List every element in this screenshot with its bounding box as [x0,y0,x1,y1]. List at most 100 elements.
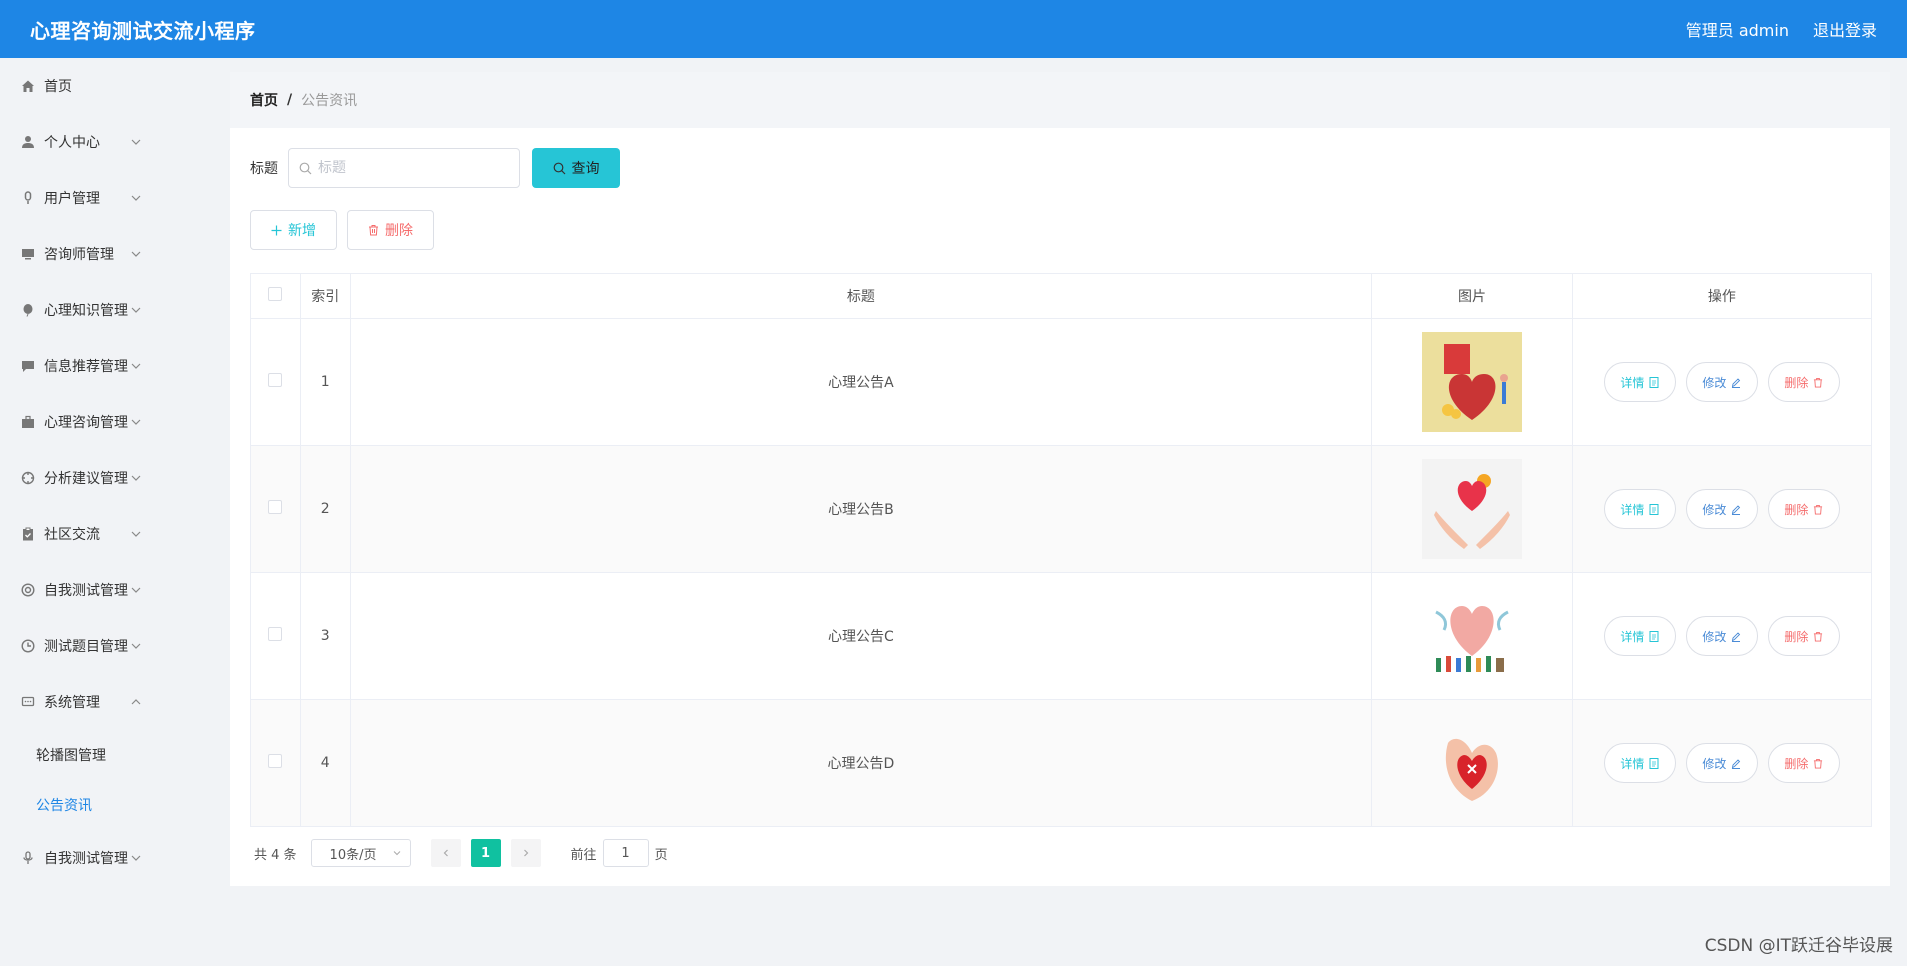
detail-button[interactable]: 详情 [1603,743,1676,783]
chevron-down-icon [131,363,141,369]
search-field-wrapper [288,148,520,188]
announcement-image[interactable] [1421,713,1522,813]
chevron-down-icon [131,307,141,313]
detail-button[interactable]: 详情 [1603,489,1676,529]
delete-button[interactable]: 删除 [1767,616,1840,656]
detail-label: 详情 [1620,756,1645,771]
sidebar-item-personal-center[interactable]: 个人中心 [0,114,210,170]
goto-prefix: 前往 [570,847,597,863]
detail-button[interactable]: 详情 [1603,616,1676,656]
sidebar-item-label: 心理咨询管理 [44,415,128,431]
sidebar-item-knowledge-management[interactable]: 心理知识管理 [0,282,210,338]
announcement-image[interactable] [1421,332,1522,432]
sidebar-item-community[interactable]: 社区交流 [0,506,210,562]
trash-icon [1814,631,1823,641]
edit-button[interactable]: 修改 [1685,743,1758,783]
table-row: 2 心理公告B 详情 修改 删除 [250,445,1873,573]
add-button-label: 新增 [288,222,316,238]
delete-button[interactable]: 删除 [1767,489,1840,529]
edit-button[interactable]: 修改 [1685,616,1758,656]
edit-label: 修改 [1702,629,1727,644]
document-icon [1649,757,1659,769]
query-button-label: 查询 [571,160,600,176]
delete-button-label: 删除 [385,222,413,238]
query-button[interactable]: 查询 [532,148,620,188]
sidebar-item-home[interactable]: 首页 [0,58,210,114]
detail-label: 详情 [1620,629,1645,644]
sidebar-item-consultation-management[interactable]: 心理咨询管理 [0,394,210,450]
chat-icon [20,358,36,374]
page-size-select[interactable]: 10条/页 [310,839,411,867]
row-checkbox[interactable] [268,627,283,641]
batch-delete-button[interactable]: 删除 [347,210,434,250]
top-header: 心理咨询测试交流小程序 管理员 admin 退出登录 [0,0,1907,58]
column-header-index: 索引 [299,273,351,319]
sidebar-item-self-test-management[interactable]: 自我测试管理 [0,562,210,618]
chevron-down-icon [131,251,141,257]
select-all-checkbox[interactable] [268,287,283,301]
delete-label: 删除 [1784,375,1809,390]
action-bar: 新增 删除 [250,210,434,250]
pencil-icon [1732,377,1741,388]
edit-label: 修改 [1702,502,1727,517]
sidebar-item-label: 测试题目管理 [44,639,128,655]
detail-button[interactable]: 详情 [1603,362,1676,402]
delete-button[interactable]: 删除 [1767,362,1840,402]
sidebar-item-self-test-management-2[interactable]: 自我测试管理 [0,830,210,886]
row-checkbox[interactable] [268,373,283,387]
sidebar-item-question-management[interactable]: 测试题目管理 [0,618,210,674]
announcement-image[interactable] [1421,459,1522,559]
sidebar-item-analysis-management[interactable]: 分析建议管理 [0,450,210,506]
sidebar-item-label: 信息推荐管理 [44,359,128,375]
document-icon [1649,630,1659,642]
trash-icon [1814,377,1823,387]
clipboard-icon [20,526,36,542]
row-index: 2 [299,445,351,573]
edit-label: 修改 [1702,375,1727,390]
main-content: 标题 查询 新增 删除 索引 标题 图片 操作 [230,128,1890,886]
next-page-button[interactable] [510,839,541,867]
chevron-down-icon [131,587,141,593]
document-icon [1649,503,1659,515]
search-input[interactable] [318,160,498,176]
announcement-table: 索引 标题 图片 操作 1 心理公告A 详情 修改 删除 2 心理公告B 详情 … [250,273,1873,827]
row-index: 4 [299,699,351,827]
row-checkbox[interactable] [268,500,283,514]
sidebar-subitem-announcements[interactable]: 公告资讯 [0,780,210,830]
edit-button[interactable]: 修改 [1685,362,1758,402]
table-row: 3 心理公告C 详情 修改 删除 [250,572,1873,700]
sidebar-item-recommendation-management[interactable]: 信息推荐管理 [0,338,210,394]
search-icon [553,162,565,174]
sidebar-item-label: 用户管理 [44,191,100,207]
add-button[interactable]: 新增 [250,210,337,250]
admin-user-label[interactable]: 管理员 admin [1686,17,1789,41]
watermark: CSDN @IT跃迁谷毕设展 [1704,936,1893,956]
logout-button[interactable]: 退出登录 [1813,17,1877,41]
breadcrumb-home[interactable]: 首页 [250,90,278,110]
row-index: 1 [299,318,351,446]
pencil-icon [1732,504,1741,515]
pagination: 共 4 条 10条/页 1 前往 页 [254,839,668,867]
row-checkbox[interactable] [268,754,283,768]
page-number-current[interactable]: 1 [470,839,501,867]
chevron-down-icon [131,855,141,861]
sidebar-item-counselor-management[interactable]: 咨询师管理 [0,226,210,282]
sidebar-subitem-carousel[interactable]: 轮播图管理 [0,730,210,780]
search-bar: 标题 查询 [250,148,620,188]
pencil-icon [1732,631,1741,642]
search-icon [299,162,312,174]
sidebar-item-system-management[interactable]: 系统管理 [0,674,210,730]
detail-label: 详情 [1620,502,1645,517]
trash-icon [1814,504,1823,514]
delete-button[interactable]: 删除 [1767,743,1840,783]
announcement-image[interactable] [1421,586,1522,686]
prev-page-button[interactable] [430,839,461,867]
briefcase-icon [20,414,36,430]
delete-label: 删除 [1784,502,1809,517]
goto-page-input[interactable] [602,839,649,867]
trash-icon [1814,758,1823,768]
sidebar-item-user-management[interactable]: 用户管理 [0,170,210,226]
chevron-down-icon [131,139,141,145]
search-label: 标题 [250,161,278,177]
edit-button[interactable]: 修改 [1685,489,1758,529]
